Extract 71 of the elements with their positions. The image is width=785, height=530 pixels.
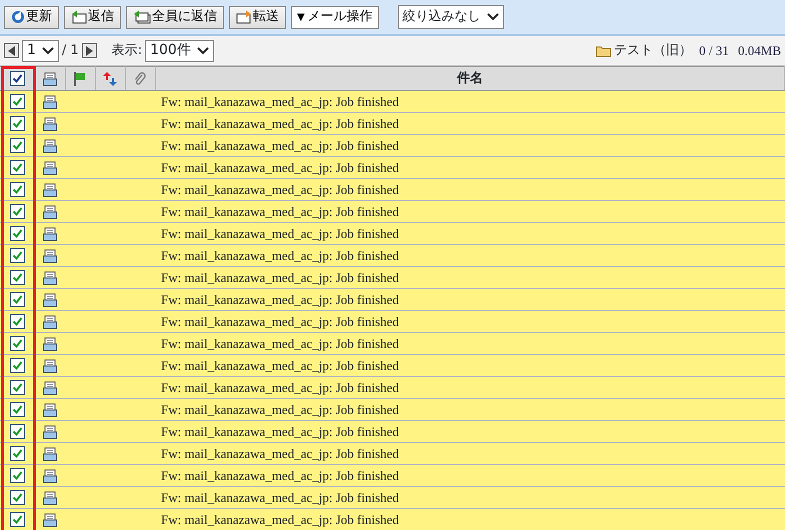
checkbox[interactable] <box>10 336 25 351</box>
flag-icon <box>74 72 86 86</box>
mail-icon <box>43 358 57 372</box>
checkbox[interactable] <box>10 402 25 417</box>
checkbox[interactable] <box>10 116 25 131</box>
next-page-button[interactable] <box>82 43 97 58</box>
mail-icon <box>43 226 57 240</box>
left-arrow-icon <box>8 46 16 56</box>
reply-all-icon <box>133 10 151 24</box>
display-label: 表示: <box>112 42 142 60</box>
mail-icon <box>43 72 57 86</box>
folder-size: 0.04MB <box>738 42 781 60</box>
checkbox[interactable] <box>10 358 25 373</box>
mail-icon <box>43 204 57 218</box>
mail-icon <box>43 490 57 504</box>
checkbox[interactable] <box>10 468 25 483</box>
reply-icon <box>71 10 87 24</box>
chevron-icon <box>486 13 499 21</box>
per-page-dropdown[interactable]: 100件 <box>145 40 214 62</box>
refresh-icon <box>11 10 25 24</box>
mail-actions-menu[interactable]: ▼ メール操作 <box>291 6 379 28</box>
page-total: / 1 <box>62 42 79 60</box>
previous-page-button[interactable] <box>4 43 19 58</box>
mail-icon <box>43 160 57 174</box>
mail-icon <box>43 314 57 328</box>
forward-icon <box>236 10 252 24</box>
message-count: 0 / 31 <box>699 42 729 60</box>
mail-icon <box>43 468 57 482</box>
mail-icon <box>43 424 57 438</box>
chevron-icon <box>196 46 209 54</box>
checkbox[interactable] <box>10 160 25 175</box>
checkbox[interactable] <box>10 380 25 395</box>
checkbox[interactable] <box>10 204 25 219</box>
paperclip-icon <box>134 72 146 86</box>
mail-icon <box>43 512 57 526</box>
checkbox[interactable] <box>10 94 25 109</box>
mail-icon <box>43 336 57 350</box>
reply-all-button[interactable]: 全員に返信 <box>126 6 224 28</box>
checkbox[interactable] <box>10 226 25 241</box>
mail-icon <box>43 138 57 152</box>
filter-dropdown[interactable]: 絞り込みなし <box>398 5 504 29</box>
mail-icon <box>43 446 57 460</box>
checkbox[interactable] <box>10 512 25 527</box>
checkbox[interactable] <box>10 71 25 86</box>
column-header[interactable]: 件名 <box>155 66 784 90</box>
checkbox[interactable] <box>10 138 25 153</box>
checkbox[interactable] <box>10 490 25 505</box>
priority-icon <box>103 72 117 86</box>
right-arrow-icon <box>85 46 94 56</box>
mail-icon <box>43 248 57 262</box>
page-dropdown[interactable]: 1 <box>22 40 59 62</box>
checkbox[interactable] <box>10 424 25 439</box>
chevron-icon <box>42 46 54 54</box>
mail-icon <box>43 380 57 394</box>
folder-name: テスト（旧） <box>614 42 692 60</box>
mail-icon <box>43 182 57 196</box>
mail-icon <box>43 116 57 130</box>
forward-button[interactable]: 転送 <box>229 6 286 28</box>
mail-icon <box>43 94 57 108</box>
mail-icon <box>43 402 57 416</box>
checkbox[interactable] <box>10 314 25 329</box>
mail-icon <box>43 292 57 306</box>
checkbox[interactable] <box>10 270 25 285</box>
mail-icon <box>43 270 57 284</box>
checkbox[interactable] <box>10 182 25 197</box>
refresh-button[interactable]: 更新 <box>4 6 59 28</box>
checkbox[interactable] <box>10 248 25 263</box>
checkbox[interactable] <box>10 446 25 461</box>
checkbox[interactable] <box>10 292 25 307</box>
folder-icon <box>596 44 611 56</box>
reply-button[interactable]: 返信 <box>64 6 121 28</box>
